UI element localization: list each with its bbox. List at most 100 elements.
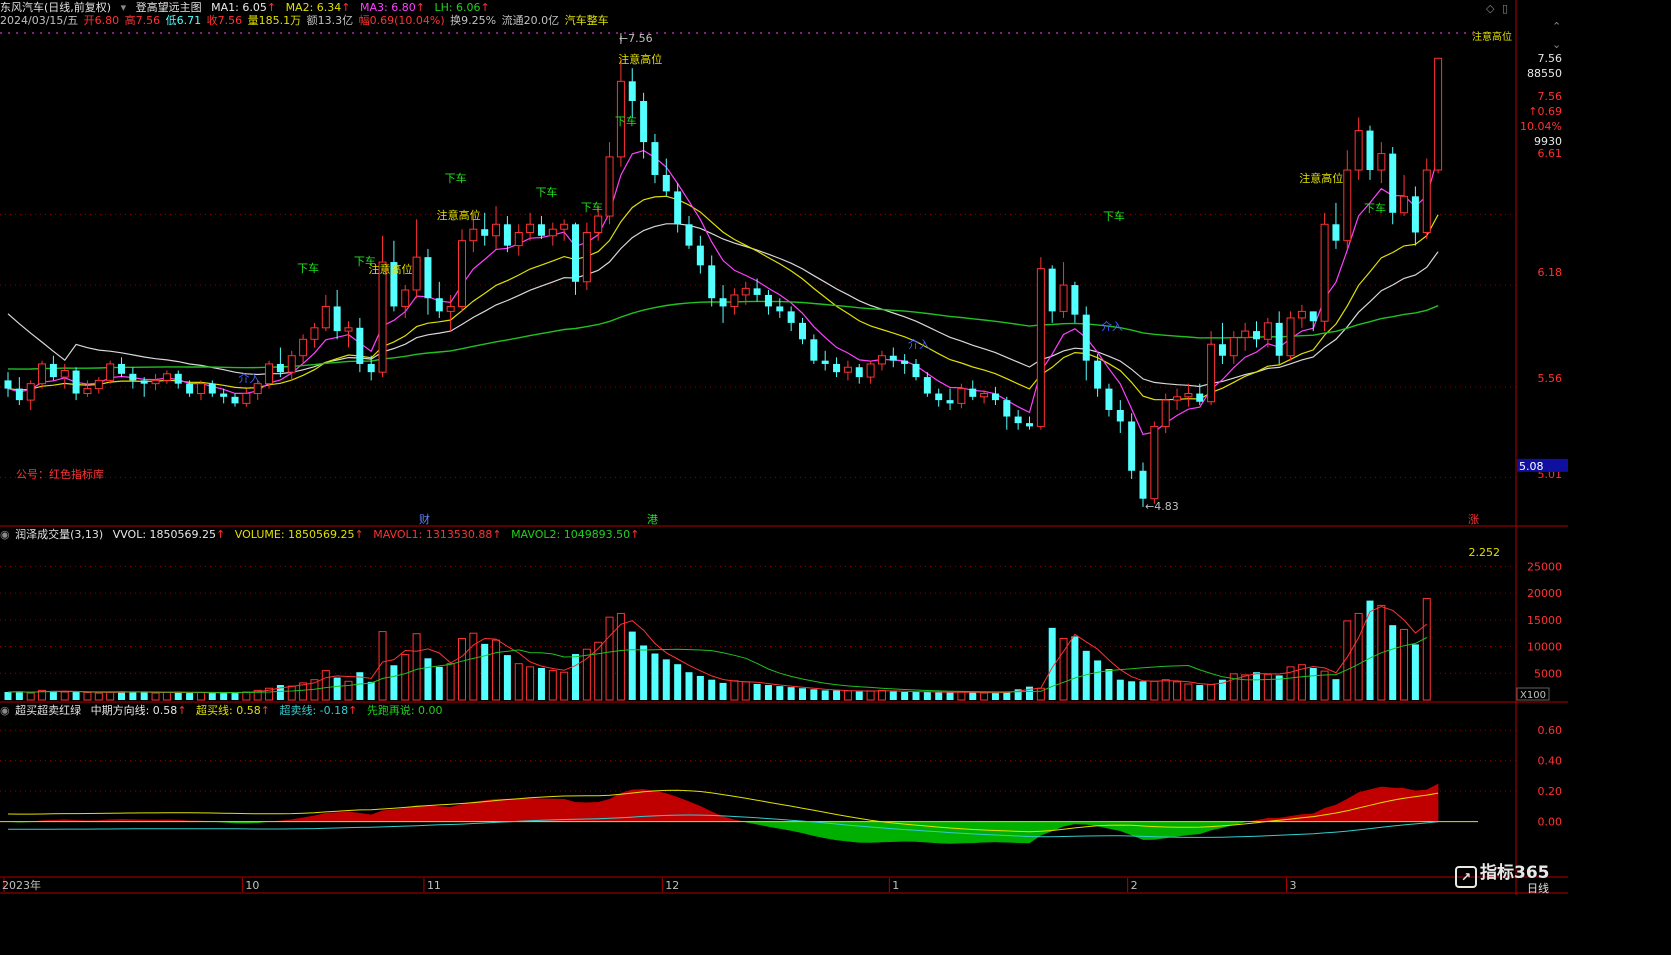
candle-body xyxy=(1434,57,1443,171)
volume-bar xyxy=(196,692,205,701)
sell-signal-label: 下车 xyxy=(615,114,637,128)
candle xyxy=(1297,304,1306,328)
vol-axis-tick: 10000 xyxy=(1527,641,1562,654)
candle-body xyxy=(424,257,432,299)
candle xyxy=(1105,383,1113,417)
oscillator-fill xyxy=(1188,821,1200,836)
volume-bar xyxy=(810,689,818,700)
oscillator-fill xyxy=(541,798,554,822)
volume-bar xyxy=(1161,679,1170,701)
oscillator-header: ◉ 超买超卖红绿 中期方向线: 0.58↑ 超买线: 0.58↑ 超卖线: -0… xyxy=(0,704,449,718)
candle-body xyxy=(196,383,205,395)
candle-body xyxy=(605,156,614,217)
candle xyxy=(94,377,103,394)
candle-body xyxy=(378,261,387,373)
candle-body xyxy=(1184,393,1193,398)
osc-axis-tick: 0.00 xyxy=(1538,816,1563,829)
candle xyxy=(1241,322,1250,351)
oscillator-panel-icon[interactable]: ◉ xyxy=(0,704,10,717)
oscillator-fill xyxy=(507,798,519,822)
candle xyxy=(15,377,23,406)
oscillator-fill xyxy=(1063,821,1076,827)
candle-body xyxy=(730,294,739,307)
volume-bar xyxy=(1309,667,1317,700)
volume-bar xyxy=(401,654,410,701)
candle-body xyxy=(1173,396,1182,401)
candle-body xyxy=(276,363,284,373)
volume-bar xyxy=(708,679,716,700)
candle-body xyxy=(162,373,171,381)
candle xyxy=(151,373,160,391)
candle-body xyxy=(764,294,772,307)
oscillator-fill xyxy=(427,805,440,822)
candle xyxy=(1343,150,1352,249)
candle xyxy=(321,294,330,332)
volume-bar xyxy=(957,691,966,701)
volume-bar xyxy=(1332,679,1340,700)
candle xyxy=(299,334,308,364)
volume-indicator-name[interactable]: 润泽成交量(3,13) xyxy=(15,528,103,541)
candle xyxy=(4,372,12,397)
dropdown-icon[interactable]: ▾ xyxy=(121,1,127,14)
stock-name[interactable]: 东风汽车(日线,前复权) xyxy=(0,1,111,14)
volume-bar xyxy=(412,633,421,701)
candle-body xyxy=(151,379,160,385)
mavol1-arrow: ↑ xyxy=(492,528,502,541)
volume-bar xyxy=(390,665,398,700)
oscillator-fill xyxy=(1199,821,1212,835)
volume-bar xyxy=(458,638,466,701)
oscillator-fill xyxy=(518,798,531,822)
overbuy-arrow: ↑ xyxy=(260,704,270,717)
volume-panel-icon[interactable]: ◉ xyxy=(0,528,10,541)
candle xyxy=(946,388,954,410)
candle-body xyxy=(118,363,125,374)
candle xyxy=(1150,421,1159,504)
caution-label-right: 注意高位 xyxy=(1472,30,1512,43)
candle xyxy=(412,219,421,299)
volume-bar xyxy=(424,658,432,700)
volume-bar xyxy=(514,663,523,701)
candle xyxy=(435,281,443,318)
candle-body xyxy=(1253,331,1260,340)
mavol1-value: MAVOL1: 1313530.88 xyxy=(373,528,493,541)
candle-body xyxy=(469,228,478,242)
scroll-down-icon[interactable]: ⌄ xyxy=(1552,38,1561,51)
volume-ratio: 2.252 xyxy=(1469,546,1501,559)
oscillator-fill xyxy=(881,821,894,843)
osc-axis-tick: 0.20 xyxy=(1538,785,1563,798)
volume-bar xyxy=(15,691,23,700)
volume-bar xyxy=(1366,600,1374,700)
oscillator-fill xyxy=(1426,783,1439,822)
candle-body xyxy=(946,400,954,404)
candle xyxy=(1014,409,1022,430)
window-toggle-icon[interactable]: ▯ xyxy=(1502,2,1508,15)
oscillator-fill xyxy=(700,805,712,822)
vvol-value: VVOL: 1850569.25 xyxy=(112,528,217,541)
volume-bar xyxy=(1196,685,1204,700)
candle-body xyxy=(799,322,806,340)
oscillator-name[interactable]: 超买超卖红绿 xyxy=(15,704,81,717)
oscillator-fill xyxy=(416,805,429,822)
candle xyxy=(390,240,398,312)
candle-body xyxy=(1229,337,1238,357)
candle-body xyxy=(969,388,977,397)
candle xyxy=(912,359,920,381)
candle-body xyxy=(640,101,648,143)
volume-bar xyxy=(94,692,103,701)
overbuy-line xyxy=(7,789,1439,833)
quote-sector[interactable]: 汽车整车 xyxy=(565,14,609,27)
candle-body xyxy=(265,363,274,385)
oscillator-fill xyxy=(870,821,883,843)
logo-icon: ↗ xyxy=(1455,866,1477,888)
oscillator-fill xyxy=(461,801,474,822)
volume-bar xyxy=(821,690,829,700)
oscillator-fill xyxy=(1415,789,1427,822)
diamond-icon[interactable]: ◇ xyxy=(1486,2,1494,15)
volume-bar xyxy=(1263,673,1272,701)
scroll-up-icon[interactable]: ⌃ xyxy=(1552,20,1561,33)
event-hk-label: 港 xyxy=(647,513,658,526)
indicator-name[interactable]: 登高望远主图 xyxy=(136,1,202,14)
volume-header: ◉ 润泽成交量(3,13) VVOL: 1850569.25↑ VOLUME: … xyxy=(0,528,645,542)
oscillator-fill xyxy=(439,806,451,822)
candle-body xyxy=(367,363,375,373)
